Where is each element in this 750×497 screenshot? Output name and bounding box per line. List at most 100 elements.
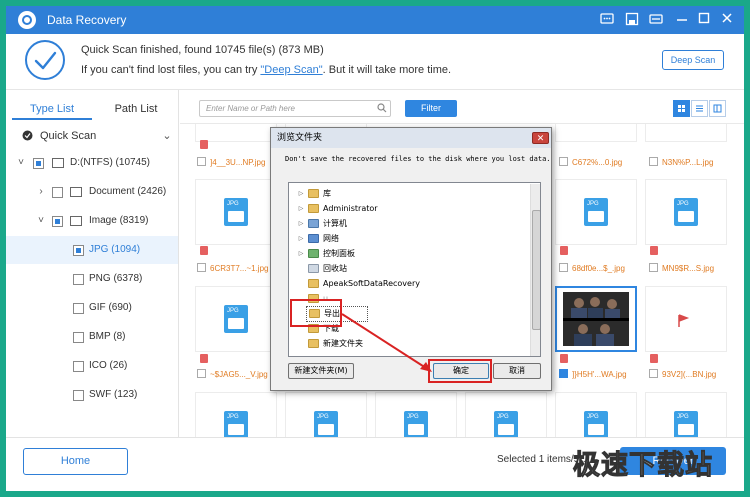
cancel-button[interactable]: 取消 <box>493 363 541 379</box>
file-tile[interactable] <box>555 392 637 437</box>
scan-complete-icon <box>25 40 65 80</box>
list-view-icon[interactable] <box>691 100 708 117</box>
file-tile[interactable] <box>645 124 727 142</box>
file-name[interactable]: N3N%P...L.jpg <box>649 157 744 169</box>
file-name-text: C672%...0.jpg <box>572 158 623 167</box>
tree-item-document[interactable]: › Document (2426) <box>6 181 178 203</box>
tab-type-list[interactable]: Type List <box>12 98 92 120</box>
tree-item-png[interactable]: PNG (6378) <box>6 268 178 290</box>
gif-checkbox[interactable] <box>73 303 84 314</box>
file-tile[interactable] <box>195 179 277 245</box>
jpg-file-icon <box>224 305 248 333</box>
save-icon[interactable] <box>624 12 640 28</box>
detail-view-icon[interactable] <box>709 100 726 117</box>
jpg-file-icon <box>674 411 698 437</box>
folder-node-recycle-bin[interactable]: 回收站 <box>289 262 529 276</box>
trash-icon <box>200 140 208 149</box>
bmp-checkbox[interactable] <box>73 332 84 343</box>
file-tile[interactable] <box>645 179 727 245</box>
folder-node-administrator[interactable]: ▷ Administrator <box>289 202 529 216</box>
tree-item-bmp[interactable]: BMP (8) <box>6 326 178 348</box>
tree-item-swf[interactable]: SWF (123) <box>6 384 178 406</box>
collapse-arrow-icon[interactable]: › <box>36 181 46 203</box>
dialog-close-button[interactable]: ✕ <box>532 132 549 144</box>
folder-node-library[interactable]: ▷ 库 <box>289 187 529 201</box>
deep-scan-button[interactable]: Deep Scan <box>662 50 724 70</box>
file-tile[interactable] <box>375 392 457 437</box>
folder-node-computer[interactable]: ▷ 计算机 <box>289 217 529 231</box>
minimize-icon[interactable] <box>674 12 690 28</box>
dialog-title: 浏览文件夹 <box>271 128 551 148</box>
tab-path-list[interactable]: Path List <box>96 98 176 120</box>
image-checkbox[interactable] <box>52 216 63 227</box>
file-name[interactable]: 93V2](...BN.jpg <box>649 369 744 381</box>
file-checkbox[interactable] <box>559 263 568 272</box>
file-checkbox[interactable] <box>197 263 206 272</box>
tree-item-drive[interactable]: ˅ D:(NTFS) (10745) <box>6 152 178 174</box>
tree-item-ico[interactable]: ICO (26) <box>6 355 178 377</box>
scrollbar-thumb[interactable] <box>532 210 540 330</box>
folder-node-control-panel[interactable]: ▷ 控制面板 <box>289 247 529 261</box>
drive-checkbox[interactable] <box>33 158 44 169</box>
file-checkbox[interactable] <box>197 157 206 166</box>
search-input[interactable]: Enter Name or Path here <box>199 100 391 117</box>
tree-item-image[interactable]: ˅ Image (8319) <box>6 210 178 232</box>
scan-status-text: Quick Scan finished, found 10745 file(s)… <box>81 44 324 56</box>
file-name-text: 93V2](...BN.jpg <box>662 370 717 379</box>
key-icon[interactable] <box>648 12 664 28</box>
document-checkbox[interactable] <box>52 187 63 198</box>
folder-label: 库 <box>323 189 331 198</box>
file-name-text: 6CR3T7...~1.jpg <box>210 264 269 273</box>
deep-scan-link[interactable]: "Deep Scan" <box>260 64 322 76</box>
filter-button[interactable]: Filter <box>405 100 457 117</box>
file-checkbox[interactable] <box>649 157 658 166</box>
file-checkbox[interactable] <box>197 369 206 378</box>
trash-icon <box>560 354 568 363</box>
chat-icon[interactable] <box>599 12 615 28</box>
png-checkbox[interactable] <box>73 274 84 285</box>
file-checkbox[interactable] <box>559 157 568 166</box>
home-button[interactable]: Home <box>23 448 128 475</box>
expand-arrow-icon[interactable]: ˅ <box>16 152 26 174</box>
control-panel-icon <box>308 249 319 258</box>
file-name[interactable]: 68df0e...$_.jpg <box>559 263 659 275</box>
expand-arrow-icon[interactable]: ˅ <box>36 210 46 232</box>
file-tile[interactable] <box>645 392 727 437</box>
file-tile[interactable] <box>465 392 547 437</box>
jpg-file-icon <box>494 411 518 437</box>
file-name[interactable]: MN9$R...S.jpg <box>649 263 744 275</box>
tree-item-gif[interactable]: GIF (690) <box>6 297 178 319</box>
folder-node-network[interactable]: ▷ 网络 <box>289 232 529 246</box>
search-icon[interactable] <box>377 103 387 113</box>
file-tile-selected[interactable] <box>555 286 637 352</box>
file-tile[interactable] <box>555 124 637 142</box>
quick-scan-row[interactable]: Quick Scan ⌄ <box>6 125 178 147</box>
close-icon[interactable] <box>719 12 735 28</box>
ico-checkbox[interactable] <box>73 361 84 372</box>
maximize-icon[interactable] <box>696 12 712 28</box>
jpg-file-icon <box>224 411 248 437</box>
jpg-file-icon <box>224 198 248 226</box>
file-name-selected[interactable]: ]}H5H'...WA.jpg <box>559 369 659 381</box>
grid-view-icon[interactable] <box>673 100 690 117</box>
file-tile[interactable] <box>645 286 727 352</box>
jpg-checkbox[interactable] <box>73 245 84 256</box>
folder-node-apeaksoft[interactable]: ApeakSoftDataRecovery <box>289 277 529 291</box>
file-name[interactable]: C672%...0.jpg <box>559 157 659 169</box>
file-checkbox-checked[interactable] <box>559 369 568 378</box>
file-tile[interactable] <box>195 286 277 352</box>
ok-button[interactable]: 确定 <box>433 363 489 379</box>
chevron-down-icon[interactable]: ⌄ <box>162 125 172 147</box>
file-tile[interactable] <box>195 392 277 437</box>
folder-label: u... <box>323 294 336 303</box>
swf-checkbox[interactable] <box>73 390 84 401</box>
file-checkbox[interactable] <box>649 263 658 272</box>
file-checkbox[interactable] <box>649 369 658 378</box>
file-name-text: ]}H5H'...WA.jpg <box>572 370 627 379</box>
folder-node-partial[interactable]: u... <box>289 292 529 306</box>
tree-item-jpg[interactable]: JPG (1094) <box>6 236 178 264</box>
file-tile[interactable] <box>285 392 367 437</box>
tree-item-label: D:(NTFS) (10745) <box>70 157 151 168</box>
folder-tree-scrollbar[interactable] <box>530 184 540 356</box>
file-tile[interactable] <box>555 179 637 245</box>
